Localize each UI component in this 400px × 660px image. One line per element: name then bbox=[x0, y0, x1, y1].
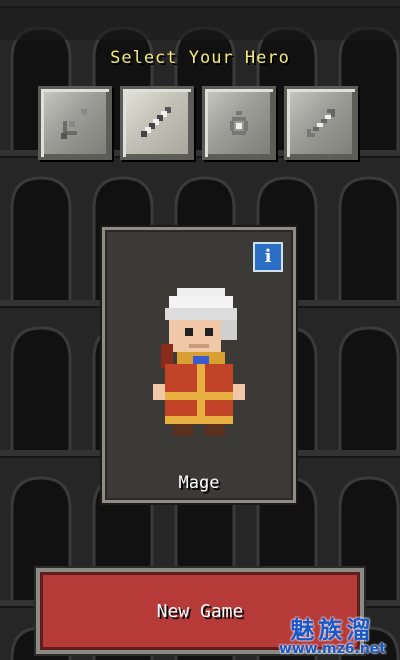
hero-card: i Mage bbox=[102, 227, 296, 503]
watermark-brand: 魅族溜 bbox=[290, 616, 375, 644]
staff-icon bbox=[141, 107, 171, 137]
mage-sprite bbox=[153, 288, 245, 436]
new-game-label: New Game bbox=[156, 600, 244, 622]
screen-title: Select Your Hero bbox=[110, 48, 290, 68]
class-button-warrior[interactable] bbox=[38, 86, 112, 160]
ring-icon bbox=[230, 111, 248, 135]
arrow-icon bbox=[307, 109, 335, 137]
class-button-huntress[interactable] bbox=[284, 86, 358, 160]
info-button[interactable]: i bbox=[253, 242, 283, 272]
class-button-rogue[interactable] bbox=[202, 86, 276, 160]
hero-name-label: Mage bbox=[178, 473, 220, 493]
watermark: 魅族溜 www.mz6.net bbox=[279, 618, 386, 656]
watermark-url: www.mz6.net bbox=[278, 641, 386, 657]
class-button-mage[interactable] bbox=[120, 86, 194, 160]
sword-icon bbox=[61, 109, 87, 139]
